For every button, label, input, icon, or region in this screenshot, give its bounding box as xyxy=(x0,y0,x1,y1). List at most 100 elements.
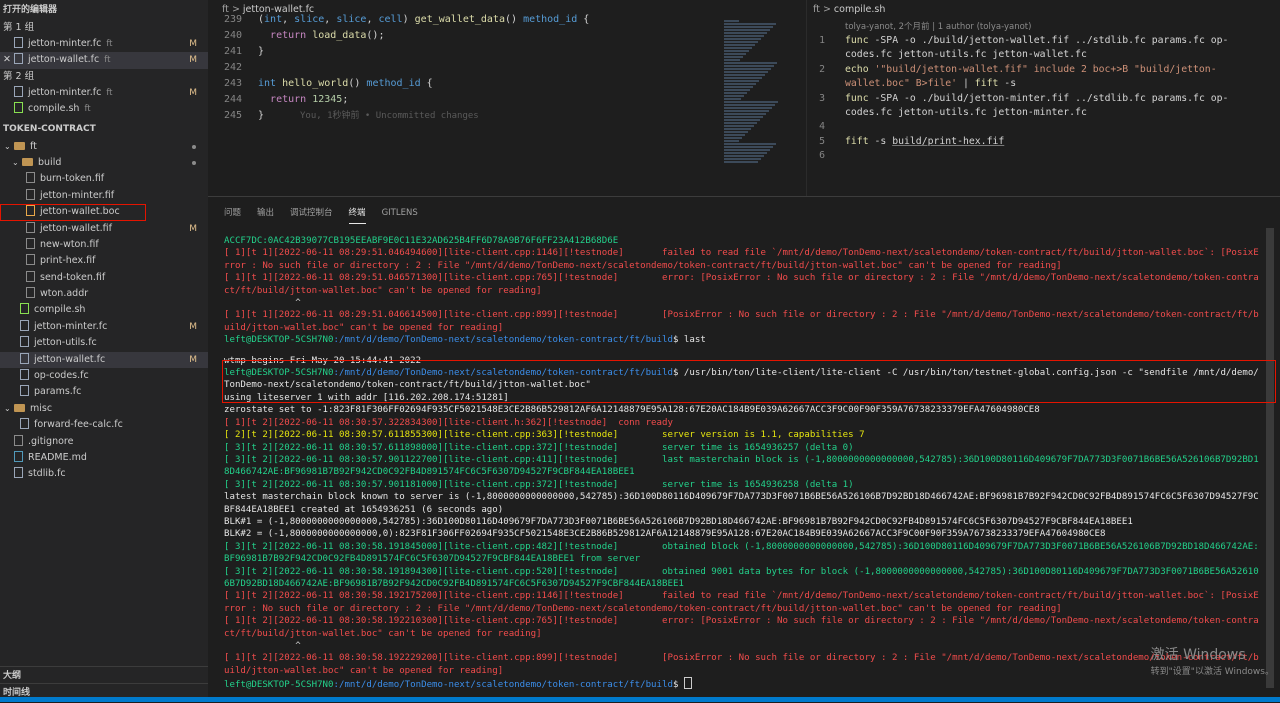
line-number: 243 xyxy=(223,78,242,89)
file-icon xyxy=(20,303,29,315)
file-icon xyxy=(26,188,35,200)
code-text: echo '"build/jetton-wallet.fif" include … xyxy=(845,63,1217,90)
chevron-down-icon: ⌄ xyxy=(4,403,11,413)
code-area[interactable]: 239 (int, slice, slice, cell) get_wallet_… xyxy=(208,12,720,124)
file-name: jetton-minter.fc xyxy=(34,320,108,332)
folder-item[interactable]: ⌄ ft xyxy=(0,139,208,155)
editor-group-2: ft > compile.sh tolya-yanot, 2个月前 | 1 au… xyxy=(806,0,1280,196)
file-name: jetton-wallet.fc xyxy=(28,54,100,66)
file-item[interactable]: params.fc xyxy=(0,384,208,400)
panel-tab[interactable]: 调试控制台 xyxy=(290,197,333,229)
line-number: 4 xyxy=(819,121,825,133)
file-item[interactable]: burn-token.fif xyxy=(0,171,208,187)
file-item[interactable]: jetton-wallet.fc M xyxy=(0,351,208,369)
folder-item[interactable]: ⌄ build xyxy=(0,155,208,171)
code-text: return 12345; xyxy=(270,94,349,105)
git-status-badge: M xyxy=(189,87,197,98)
editor-group-label: 第 2 组 xyxy=(3,70,35,82)
code-line: 242 xyxy=(208,60,720,76)
file-icon xyxy=(20,352,29,364)
terminal-line: [ 1][t 1][2022-06-11 08:29:51.046614500]… xyxy=(224,310,1259,333)
breadcrumb-file-2[interactable]: compile.sh xyxy=(834,4,885,15)
blame-header[interactable]: tolya-yanot, 2个月前 | 1 author (tolya-yano… xyxy=(807,20,1280,34)
file-icon xyxy=(26,205,35,217)
file-item[interactable]: wton.addr xyxy=(0,286,208,302)
open-editor-item[interactable]: compile.sh ft xyxy=(0,101,208,117)
file-item[interactable]: jetton-utils.fc xyxy=(0,335,208,351)
line-number: 240 xyxy=(223,30,242,41)
prompt-user: left@DESKTOP-5CSH7N0 xyxy=(224,368,334,379)
folder-name: build xyxy=(38,156,62,168)
code-line: 240 return load_data(); xyxy=(208,28,720,44)
file-item[interactable]: README.md xyxy=(0,450,208,466)
line-number: 245 xyxy=(223,110,242,121)
file-item[interactable]: forward-fee-calc.fc xyxy=(0,417,208,433)
file-item[interactable]: compile.sh xyxy=(0,302,208,318)
file-dir: ft xyxy=(84,104,91,115)
editor-group-label: 第 1 组 xyxy=(3,22,35,33)
panel-tab[interactable]: GITLENS xyxy=(382,197,418,229)
file-item[interactable]: print-hex.fif xyxy=(0,253,208,269)
file-item[interactable]: stdlib.fc xyxy=(0,466,208,482)
file-name: jetton-utils.fc xyxy=(34,337,97,349)
line-number: 5 xyxy=(819,135,825,147)
panel-tab[interactable]: 问题 xyxy=(224,197,241,229)
terminal-scrollbar[interactable] xyxy=(1266,228,1274,688)
line-number: 242 xyxy=(223,62,242,73)
panel-tab[interactable]: 输出 xyxy=(257,197,274,229)
line-number: 2 xyxy=(819,63,825,75)
code-area-2[interactable]: 1 func -SPA -o ./build/jetton-wallet.fif … xyxy=(807,34,1280,164)
file-icon xyxy=(26,254,35,266)
file-icon xyxy=(20,385,29,397)
terminal-line: [ 1][t 2][2022-06-11 08:30:57.322834300]… xyxy=(224,417,673,428)
file-item[interactable]: .gitignore xyxy=(0,434,208,450)
code-line: 3 func -SPA -o ./build/jetton-minter.fif … xyxy=(807,92,1280,121)
file-item[interactable]: jetton-wallet.bocM xyxy=(0,204,146,221)
file-icon xyxy=(14,37,23,48)
file-icon xyxy=(20,336,29,348)
file-name: op-codes.fc xyxy=(34,370,89,382)
file-item[interactable]: jetton-minter.fif xyxy=(0,188,208,204)
project-header[interactable]: TOKEN-CONTRACT xyxy=(0,119,208,139)
folder-item[interactable]: ⌄ misc xyxy=(0,401,208,417)
close-icon[interactable]: ✕ xyxy=(0,52,14,68)
file-name: send-token.fif xyxy=(40,271,106,283)
line-number: 6 xyxy=(819,150,825,162)
chevron-down-icon: ⌄ xyxy=(12,157,19,167)
code-line: 1 func -SPA -o ./build/jetton-wallet.fif … xyxy=(807,34,1280,63)
explorer-sidebar: 打开的编辑器 第 1 组 jetton-minter.fc ft M ✕ jetton-w… xyxy=(0,0,211,702)
terminal-line: left@DESKTOP-5CSH7N0:/mnt/d/demo/TonDemo… xyxy=(224,367,1264,392)
file-name: new-wton.fif xyxy=(40,238,99,250)
prompt-command: $ last xyxy=(672,335,706,346)
terminal-line: [ 1][t 1][2022-06-11 08:29:51.046571300]… xyxy=(224,273,1259,296)
modified-dot-icon xyxy=(192,160,196,165)
folder-icon xyxy=(14,141,25,150)
file-item[interactable]: send-token.fif xyxy=(0,270,208,286)
file-item[interactable]: op-codes.fc xyxy=(0,368,208,384)
code-text: func -SPA -o ./build/jetton-wallet.fif .… xyxy=(845,35,1229,61)
prompt-path: :/mnt/d/demo/TonDemo-next/scaletondemo/t… xyxy=(333,335,673,346)
prompt-command: $ xyxy=(672,680,684,691)
file-name: compile.sh xyxy=(34,304,86,316)
open-editor-item[interactable]: jetton-minter.fc ft M xyxy=(0,85,208,101)
file-item[interactable]: jetton-wallet.fif M xyxy=(0,221,208,237)
panel-tab[interactable]: 终端 xyxy=(348,203,366,224)
terminal-line: ^ xyxy=(224,298,301,309)
code-line: 6 xyxy=(807,149,1280,163)
bottom-panel: 问题 输出 调试控制台 终端 GITLENS ACCF7DC:0AC42B39077CB… xyxy=(208,196,1280,703)
minimap[interactable] xyxy=(724,20,784,190)
file-name: jetton-wallet.fif xyxy=(40,222,112,234)
breadcrumb-folder-2[interactable]: ft xyxy=(813,4,820,15)
terminal-line: [ 1][t 2][2022-06-11 08:30:58.192175200]… xyxy=(224,591,1259,614)
open-editor-item[interactable]: ✕ jetton-wallet.fc ft M xyxy=(0,52,208,69)
terminal-line: [ 1][t 1][2022-06-11 08:29:51.046494600]… xyxy=(224,248,1259,271)
terminal-output[interactable]: ACCF7DC:0AC42B39077CB195EEABF9E0C11E32AD… xyxy=(224,235,1264,692)
folder-name: misc xyxy=(30,402,53,414)
blame-annotation: You, 1秒钟前 • Uncommitted changes xyxy=(300,111,479,121)
file-item[interactable]: jetton-minter.fc M xyxy=(0,319,208,335)
file-item[interactable]: new-wton.fif xyxy=(0,237,208,253)
file-name: jetton-wallet.boc xyxy=(40,206,120,218)
line-number: 1 xyxy=(819,35,825,46)
open-editor-item[interactable]: jetton-minter.fc ft M xyxy=(0,36,208,52)
open-editors-header[interactable]: 打开的编辑器 xyxy=(0,0,208,20)
